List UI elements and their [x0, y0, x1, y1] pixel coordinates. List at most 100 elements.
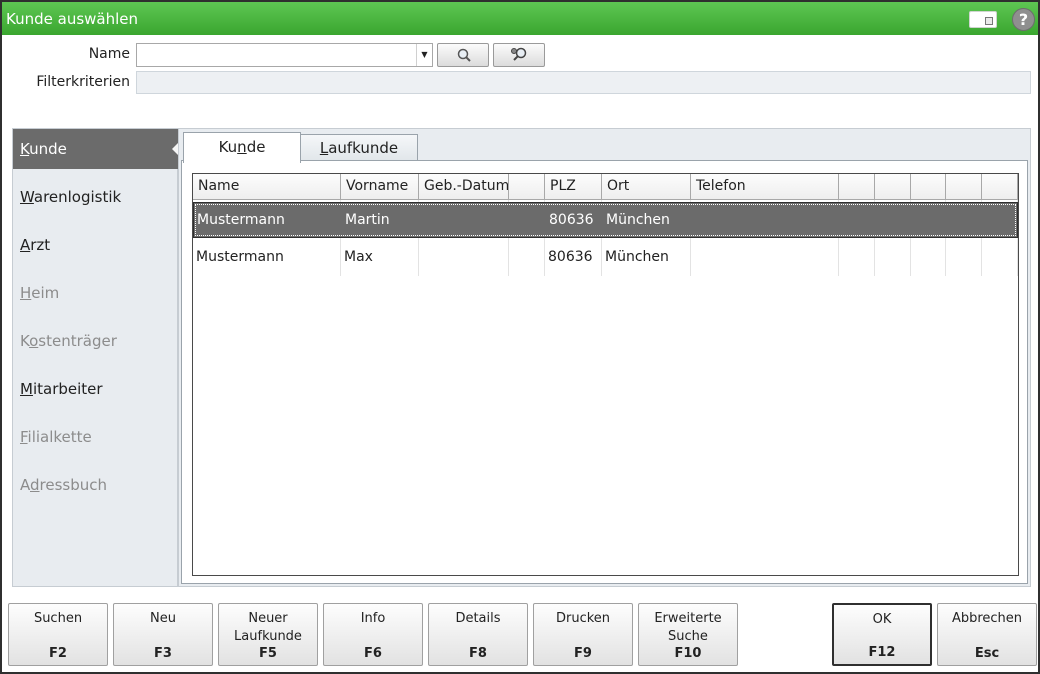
tab-label-prefix: Ku [218, 138, 238, 156]
function-key-label: F6 [364, 646, 382, 661]
tab-kunde[interactable]: Kunde [183, 132, 301, 163]
filter-label: Filterkriterien [36, 74, 130, 90]
button-label-line-1: Neuer [248, 611, 288, 626]
sidebar-item-kunde[interactable]: Kunde [13, 129, 180, 169]
table-cell: Mustermann [196, 249, 284, 265]
name-combobox[interactable]: ▼ [136, 43, 433, 67]
sidebar-item-accel: M [20, 380, 33, 398]
sidebar-item-adressbuch: Adressbuch [13, 465, 179, 505]
search-button[interactable] [437, 43, 489, 67]
dropdown-arrow-icon[interactable]: ▼ [416, 44, 432, 66]
button-label: Suchen [9, 610, 107, 628]
ok-button[interactable]: OK F12 [832, 603, 932, 666]
button-label: Neu [114, 610, 212, 628]
button-label-line-1: Suchen [33, 611, 83, 626]
print-button[interactable]: Drucken F9 [533, 603, 633, 666]
sidebar-item-label: arenlogistik [33, 188, 122, 206]
column-header-extra-5[interactable] [982, 174, 1018, 200]
column-header-extra-1[interactable] [839, 174, 875, 200]
table-cell: München [605, 249, 669, 265]
customer-select-dialog: Kunde auswählen ? Name ▼ Filterkriterien… [0, 0, 1040, 674]
button-label-line-1: Drucken [555, 611, 611, 626]
sidebar-item-accel: d [30, 476, 40, 494]
function-key-label: F8 [469, 646, 487, 661]
column-header-name[interactable]: Name [193, 174, 341, 200]
sidebar-item-label: ilialkette [27, 428, 92, 446]
column-header-blank-1[interactable] [509, 174, 545, 200]
table-cell [946, 239, 982, 275]
table-row[interactable]: Mustermann Max 80636 München [193, 239, 1018, 275]
button-label-line-1: Info [360, 611, 386, 626]
column-header-ort[interactable]: Ort [602, 174, 691, 200]
magnifier-gear-icon [511, 47, 527, 61]
extended-search-button[interactable]: Erweiterte Suche F10 [638, 603, 738, 666]
column-header-extra-4[interactable] [946, 174, 982, 200]
sidebar-item-accel: A [20, 236, 31, 254]
sidebar-item-filialkette: Filialkette [13, 417, 179, 457]
table-cell [875, 239, 911, 275]
sidebar-item-label: itarbeiter [32, 380, 103, 398]
table-cell [983, 202, 1019, 238]
name-label: Name [88, 46, 130, 62]
function-key-label: F2 [49, 646, 67, 661]
button-label: Info [324, 610, 422, 628]
button-label: Erweiterte Suche [639, 610, 737, 646]
sidebar-item-label: unde [29, 140, 67, 158]
table-cell [692, 202, 840, 238]
function-key-label: F3 [154, 646, 172, 661]
customer-table: Name Vorname Geb.-Datum PLZ Ort Telefon Muster… [192, 173, 1019, 576]
function-key-bar: Suchen F2 Neu F3 Neuer Laufkunde F5 Info F6 Detai… [2, 596, 1038, 672]
sidebar-item-arzt[interactable]: Arzt [13, 225, 179, 265]
tab-label: aufkunde [328, 139, 399, 157]
function-key-label: F5 [259, 646, 277, 661]
column-header-extra-2[interactable] [875, 174, 911, 200]
window-title: Kunde auswählen [6, 10, 139, 28]
help-icon[interactable]: ? [1012, 8, 1035, 31]
function-key-label: F9 [574, 646, 592, 661]
new-button[interactable]: Neu F3 [113, 603, 213, 666]
column-header-geb-datum[interactable]: Geb.-Datum [419, 174, 509, 200]
content-panel: Kunde Laufkunde Name Vorname Geb.-Datum PLZ… [178, 128, 1031, 587]
tab-label-accel: n [237, 138, 247, 156]
button-label-line-2: Laufkunde [234, 629, 302, 644]
column-header-extra-3[interactable] [911, 174, 946, 200]
title-bar: Kunde auswählen ? [2, 2, 1038, 35]
tab-panel: Name Vorname Geb.-Datum PLZ Ort Telefon Muster… [181, 160, 1028, 584]
new-walk-in-customer-button[interactable]: Neuer Laufkunde F5 [218, 603, 318, 666]
sidebar-item-accel: H [20, 284, 32, 302]
sidebar-item-label: rzt [30, 236, 51, 254]
search-button[interactable]: Suchen F2 [8, 603, 108, 666]
column-header-plz[interactable]: PLZ [545, 174, 602, 200]
table-cell [419, 239, 509, 275]
column-header-telefon[interactable]: Telefon [691, 174, 839, 200]
function-key-label: Esc [974, 646, 1000, 661]
button-label-line-1: Erweiterte [654, 611, 722, 626]
cancel-button[interactable]: Abbrechen Esc [937, 603, 1037, 666]
table-cell [510, 202, 546, 238]
tab-laufkunde[interactable]: Laufkunde [300, 134, 418, 161]
button-label-line-1: Neu [150, 611, 176, 626]
sidebar-item-kostentraeger: Kostenträger [13, 321, 179, 361]
sidebar-item-warenlogistik[interactable]: Warenlogistik [13, 177, 179, 217]
function-key-label: F10 [674, 646, 702, 661]
sidebar-item-accel: F [20, 428, 28, 446]
sidebar-item-accel: o [29, 332, 39, 350]
table-cell: Martin [345, 212, 390, 228]
column-header-vorname[interactable]: Vorname [341, 174, 419, 200]
screen-toggle-icon[interactable] [969, 11, 997, 28]
table-cell [509, 239, 545, 275]
button-label: Neuer Laufkunde [219, 610, 317, 646]
info-button[interactable]: Info F6 [323, 603, 423, 666]
advanced-search-button[interactable] [493, 43, 545, 67]
button-label: OK [834, 611, 930, 629]
sidebar-item-label: eim [31, 284, 60, 302]
table-cell: 80636 [548, 249, 593, 265]
table-cell [912, 202, 947, 238]
sidebar-item-mitarbeiter[interactable]: Mitarbeiter [13, 369, 179, 409]
sidebar-item-accel: K [20, 140, 30, 158]
table-cell [947, 202, 983, 238]
button-label-line-1: Details [455, 611, 501, 626]
table-row[interactable]: Mustermann Martin 80636 München [193, 202, 1018, 238]
details-button[interactable]: Details F8 [428, 603, 528, 666]
button-label: Details [429, 610, 527, 628]
